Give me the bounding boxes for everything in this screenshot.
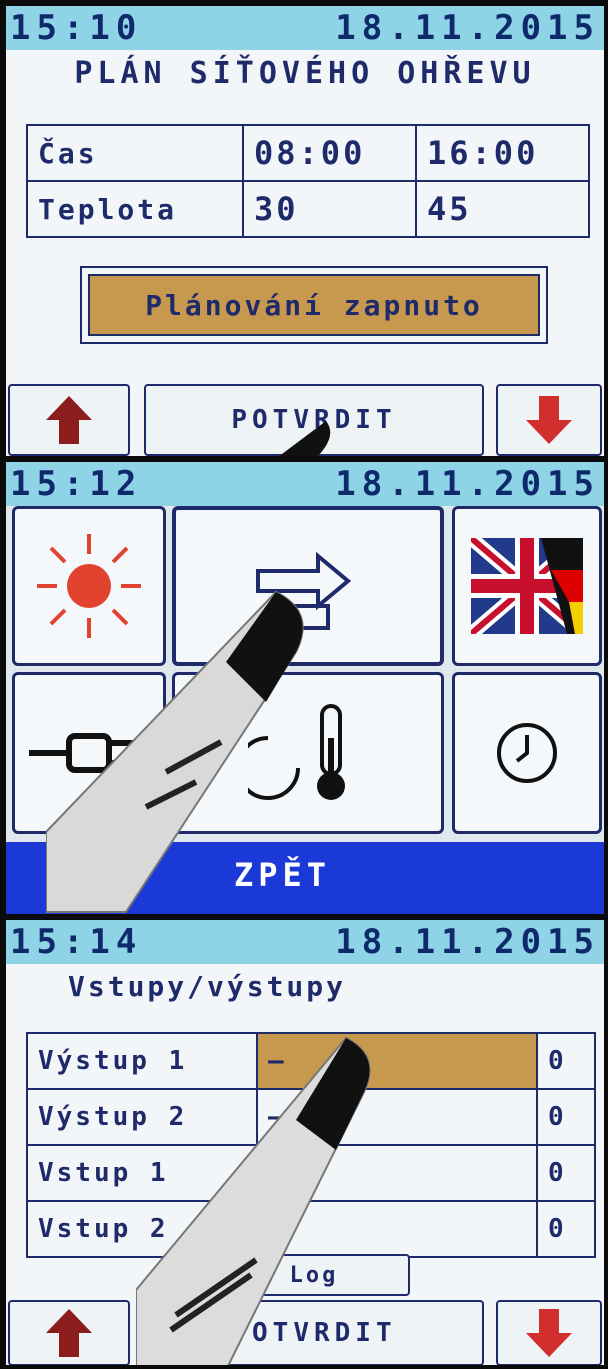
clock-tile[interactable]	[452, 672, 602, 834]
io-count: 0	[536, 1088, 596, 1146]
arrow-up-icon	[46, 1309, 92, 1357]
table-row: Čas 08:00 16:00	[26, 124, 590, 182]
clock-icon	[497, 723, 557, 783]
date-display: 18.11.2015	[335, 8, 600, 48]
up-button[interactable]	[8, 1300, 130, 1365]
up-button[interactable]	[8, 384, 130, 456]
language-tile[interactable]	[452, 506, 602, 666]
arrow-down-icon	[526, 1309, 572, 1357]
schedule-toggle-frame: Plánování zapnuto	[80, 266, 548, 344]
io-count: 0	[536, 1032, 596, 1090]
time-end-cell[interactable]: 16:00	[415, 124, 590, 182]
time-start-cell[interactable]: 08:00	[242, 124, 417, 182]
down-button[interactable]	[496, 384, 602, 456]
panel-main-menu: 15:12 18.11.2015 ZPĚT	[6, 462, 604, 914]
row-label: Teplota	[26, 180, 244, 238]
schedule-toggle-label: Plánování zapnuto	[145, 288, 483, 322]
io-count: 0	[536, 1144, 596, 1202]
temp-end-cell[interactable]: 45	[415, 180, 590, 238]
time-display: 15:10	[10, 8, 143, 48]
stylus-shadow	[279, 421, 331, 456]
io-count: 0	[536, 1200, 596, 1258]
status-bar: 15:12 18.11.2015	[6, 462, 604, 506]
temp-start-cell[interactable]: 30	[242, 180, 417, 238]
schedule-toggle-button[interactable]: Plánování zapnuto	[88, 274, 540, 336]
panel-io: 15:14 18.11.2015 Vstupy/výstupy Výstup 1…	[6, 920, 604, 1365]
panel-heating-schedule: 15:10 18.11.2015 PLÁN SÍŤOVÉHO OHŘEVU Ča…	[6, 6, 604, 456]
down-button[interactable]	[496, 1300, 602, 1365]
arrow-up-icon	[46, 396, 92, 444]
arrow-down-icon	[526, 396, 572, 444]
stylus	[136, 1036, 371, 1365]
schedule-table: Čas 08:00 16:00 Teplota 30 45	[26, 124, 590, 238]
page-title: Vstupy/výstupy	[68, 970, 347, 1003]
stylus	[46, 590, 304, 913]
row-label: Čas	[26, 124, 244, 182]
status-bar: 15:14 18.11.2015	[6, 920, 604, 964]
status-bar: 15:10 18.11.2015	[6, 6, 604, 50]
time-display: 15:14	[10, 922, 143, 962]
table-row: Teplota 30 45	[26, 180, 590, 238]
date-display: 18.11.2015	[335, 464, 600, 504]
date-display: 18.11.2015	[335, 922, 600, 962]
time-display: 15:12	[10, 464, 143, 504]
flag-icon	[471, 538, 583, 634]
page-title: PLÁN SÍŤOVÉHO OHŘEVU	[74, 56, 536, 91]
